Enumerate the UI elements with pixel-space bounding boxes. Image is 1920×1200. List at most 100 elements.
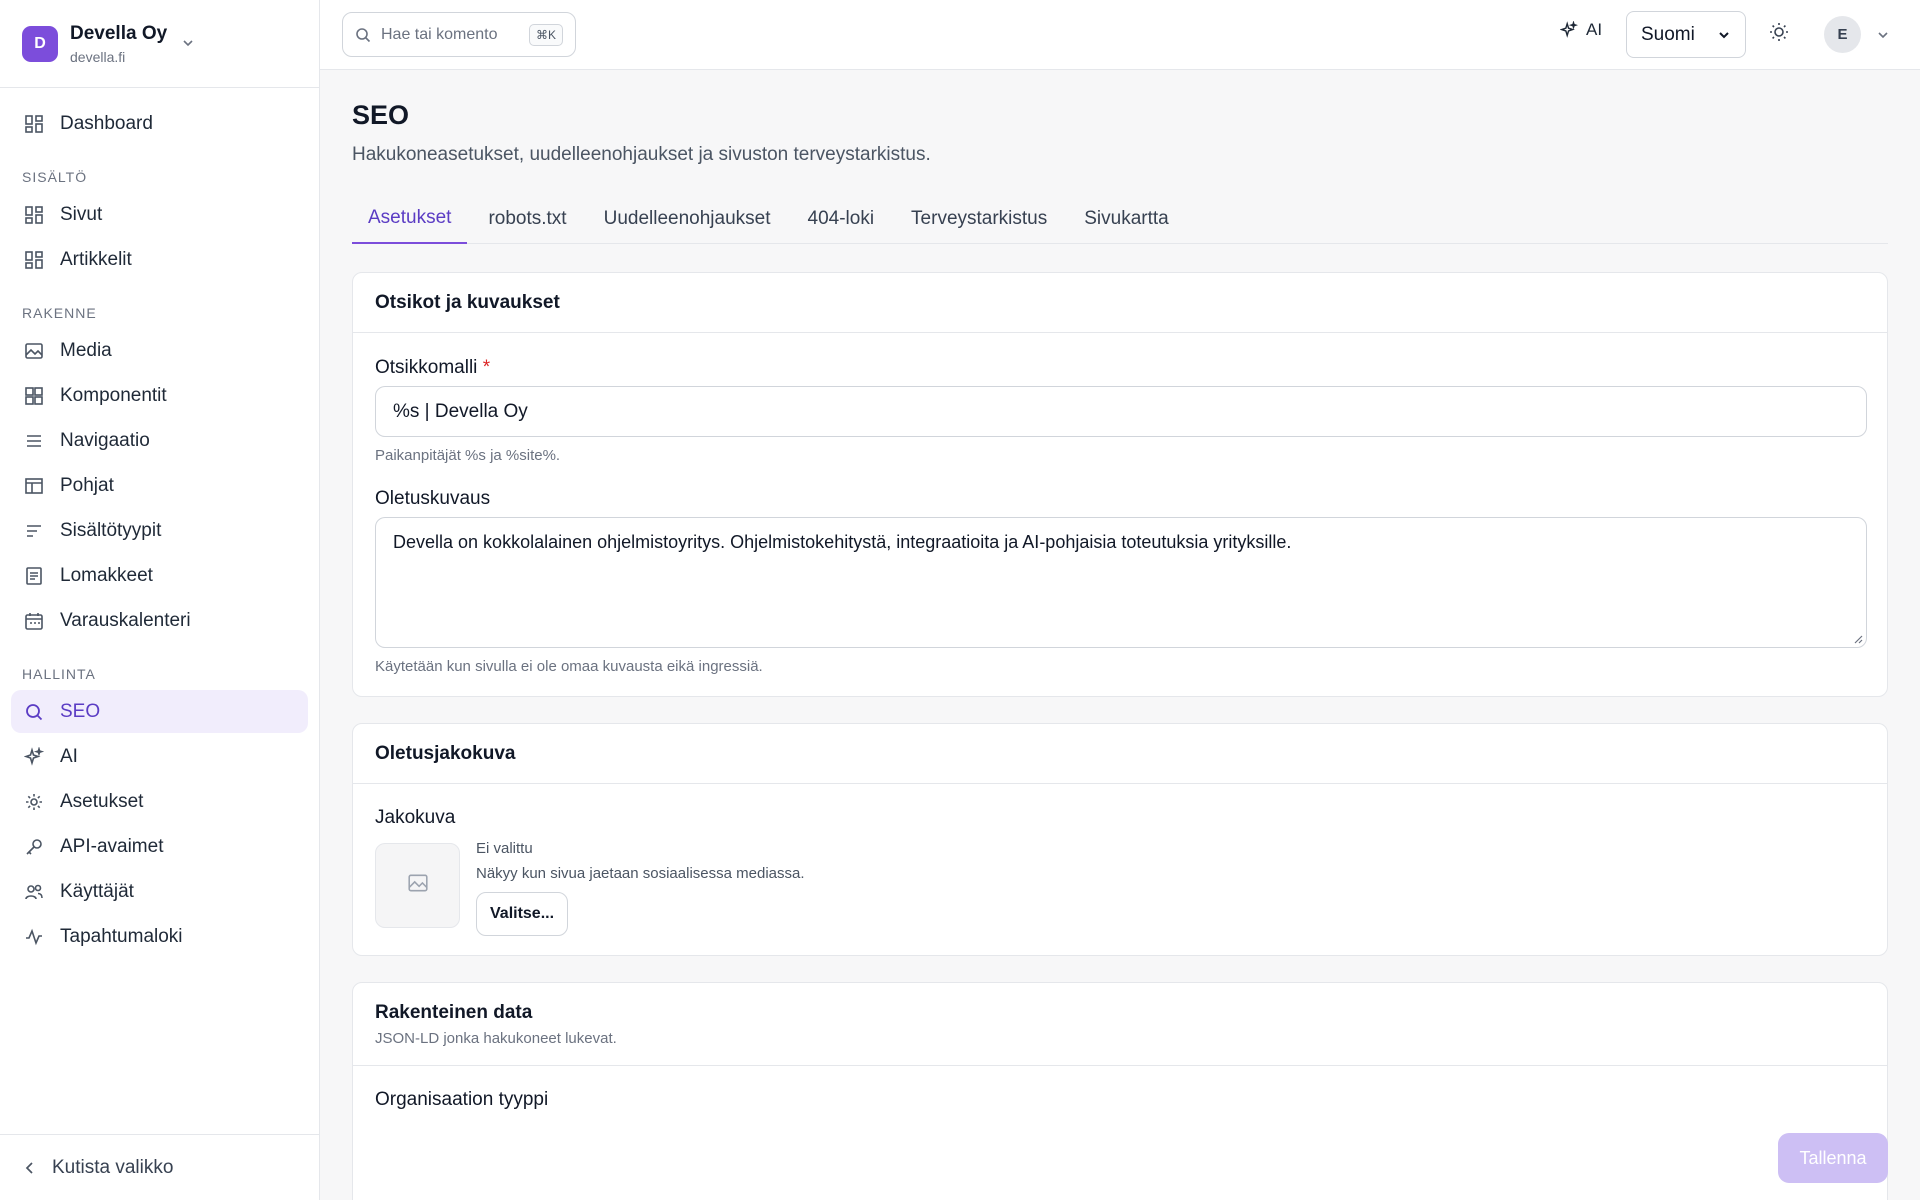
structured-data-card: Rakenteinen data JSON-LD jonka hakukonee… [352,982,1888,1200]
collapse-label: Kutista valikko [52,1156,174,1178]
tab-sivukartta[interactable]: Sivukartta [1068,194,1184,244]
chevron-down-icon [1717,28,1731,42]
default-description-label: Oletuskuvaus [375,488,491,509]
title-template-hint: Paikanpitäjät %s ja %site%. [375,447,561,464]
ai-button[interactable]: AI [1560,20,1602,40]
sidebar-item-api-avaimet[interactable]: API-avaimet [11,825,308,868]
page-title: SEO [352,100,410,130]
tab-robots-txt[interactable]: robots.txt [472,194,582,244]
topbar: Hae tai komento ⌘K AI Suomi E [320,0,1920,70]
language-select[interactable]: Suomi [1626,11,1746,58]
sidebar-item-seo[interactable]: SEO [11,690,308,733]
search-icon [355,27,371,43]
tab-asetukset[interactable]: Asetukset [352,194,468,244]
org-name: Devella Oy [70,22,168,44]
sidebar-item-label: SEO [60,700,101,722]
theme-toggle-button[interactable] [1768,21,1790,48]
gear-icon [22,790,46,814]
sidebar-item-komponentit[interactable]: Komponentit [11,374,308,417]
language-value: Suomi [1641,23,1695,45]
sidebar-item-label: Pohjat [60,474,114,496]
sidebar-item-artikkelit[interactable]: Artikkelit [11,238,308,281]
user-avatar[interactable]: E [1824,16,1861,53]
calendar-icon [22,609,46,633]
org-avatar: D [22,25,58,62]
activity-icon [22,925,46,949]
search-icon [22,700,46,724]
sidebar-item-asetukset[interactable]: Asetukset [11,780,308,823]
org-switcher[interactable]: D Devella Oy devella.fi [0,0,319,88]
field-label: Otsikkomalli * [375,357,490,379]
content-types-icon [22,519,46,543]
tab-404-loki[interactable]: 404-loki [792,194,891,244]
card-header: Oletusjakokuva [353,724,1887,784]
sidebar-item-label: Varauskalenteri [60,609,191,631]
card-header: Otsikot ja kuvaukset [353,273,1887,333]
image-icon [22,339,46,363]
sidebar-item-ai[interactable]: AI [11,735,308,778]
chevron-left-icon [22,1160,38,1176]
sidebar-item-varauskalenteri[interactable]: Varauskalenteri [11,599,308,642]
sidebar-item-media[interactable]: Media [11,329,308,372]
sidebar-nav: Dashboard SISÄLTÖ Sivut Artikkelit RAKEN… [0,88,319,970]
collapse-sidebar-button[interactable]: Kutista valikko [0,1134,320,1200]
sidebar-item-label: Artikkelit [60,248,132,270]
titles-card: Otsikot ja kuvaukset Otsikkomalli * %s |… [352,272,1888,697]
default-description-textarea[interactable]: Devella on kokkolalainen ohjelmistoyrity… [375,517,1867,648]
card-title: Oletusjakokuva [375,742,516,764]
choose-image-button[interactable]: Valitse... [476,892,569,936]
sidebar-item-label: Käyttäjät [60,880,134,902]
sidebar-item-label: Asetukset [60,790,144,812]
sidebar-item-label: Media [60,339,112,361]
chevron-down-icon[interactable] [1876,28,1890,42]
card-title: Otsikot ja kuvaukset [375,291,560,313]
nav-group-label: HALLINTA [22,666,96,682]
pages-icon [22,203,46,227]
sidebar-item-label: Komponentit [60,384,167,406]
sidebar-item-sisaltotyypit[interactable]: Sisältötyypit [11,509,308,552]
tab-terveystarkistus[interactable]: Terveystarkistus [895,194,1063,244]
sidebar-item-tapahtumaloki[interactable]: Tapahtumaloki [11,915,308,958]
form-icon [22,564,46,588]
nav-group-label: SISÄLTÖ [22,169,88,185]
sidebar-item-sivut[interactable]: Sivut [11,193,308,236]
share-image-preview [375,843,460,928]
sidebar-item-navigaatio[interactable]: Navigaatio [11,419,308,462]
sidebar-item-label: Sivut [60,203,103,225]
sidebar-item-label: Navigaatio [60,429,150,451]
sidebar-item-dashboard[interactable]: Dashboard [11,102,308,145]
default-description-value: Devella on kokkolalainen ohjelmistoyrity… [393,532,1292,552]
sidebar-item-label: Lomakkeet [60,564,153,586]
sidebar-item-kayttajat[interactable]: Käyttäjät [11,870,308,913]
sidebar-item-pohjat[interactable]: Pohjat [11,464,308,507]
card-description: JSON-LD jonka hakukoneet lukevat. [375,1029,617,1047]
sidebar-item-label: Tapahtumaloki [60,925,183,947]
save-button[interactable]: Tallenna [1778,1133,1888,1183]
share-image-card: Oletusjakokuva Jakokuva Ei valittu Näkyy… [352,723,1888,956]
users-icon [22,880,46,904]
page-subtitle: Hakukoneasetukset, uudelleenohjaukset ja… [352,144,931,165]
card-header: Rakenteinen data JSON-LD jonka hakukonee… [353,983,1887,1066]
required-marker: * [482,357,491,378]
resize-handle-icon[interactable] [1853,634,1863,644]
sidebar-item-label: Dashboard [60,112,153,134]
org-domain: devella.fi [70,48,126,65]
shortcut-badge: ⌘K [528,23,563,46]
card-title: Rakenteinen data [375,1001,533,1023]
main-content: SEO Hakukoneasetukset, uudelleenohjaukse… [352,70,1888,1200]
sidebar-item-label: API-avaimet [60,835,164,857]
command-search[interactable]: Hae tai komento ⌘K [342,12,576,57]
sidebar-item-lomakkeet[interactable]: Lomakkeet [11,554,308,597]
share-image-status: Ei valittu [476,840,533,857]
search-placeholder: Hae tai komento [381,25,498,43]
key-icon [22,835,46,859]
title-template-input[interactable]: %s | Devella Oy [375,386,1867,437]
default-description-hint: Käytetään kun sivulla ei ole omaa kuvaus… [375,658,763,675]
tab-bar: Asetukset robots.txt Uudelleenohjaukset … [352,194,1888,244]
sidebar-item-label: AI [60,745,78,767]
tab-uudelleenohjaukset[interactable]: Uudelleenohjaukset [588,194,787,244]
sun-icon [1768,21,1790,48]
sidebar: D Devella Oy devella.fi Dashboard SISÄLT… [0,0,320,1200]
sparkles-icon [1560,21,1578,39]
sidebar-item-label: Sisältötyypit [60,519,162,541]
